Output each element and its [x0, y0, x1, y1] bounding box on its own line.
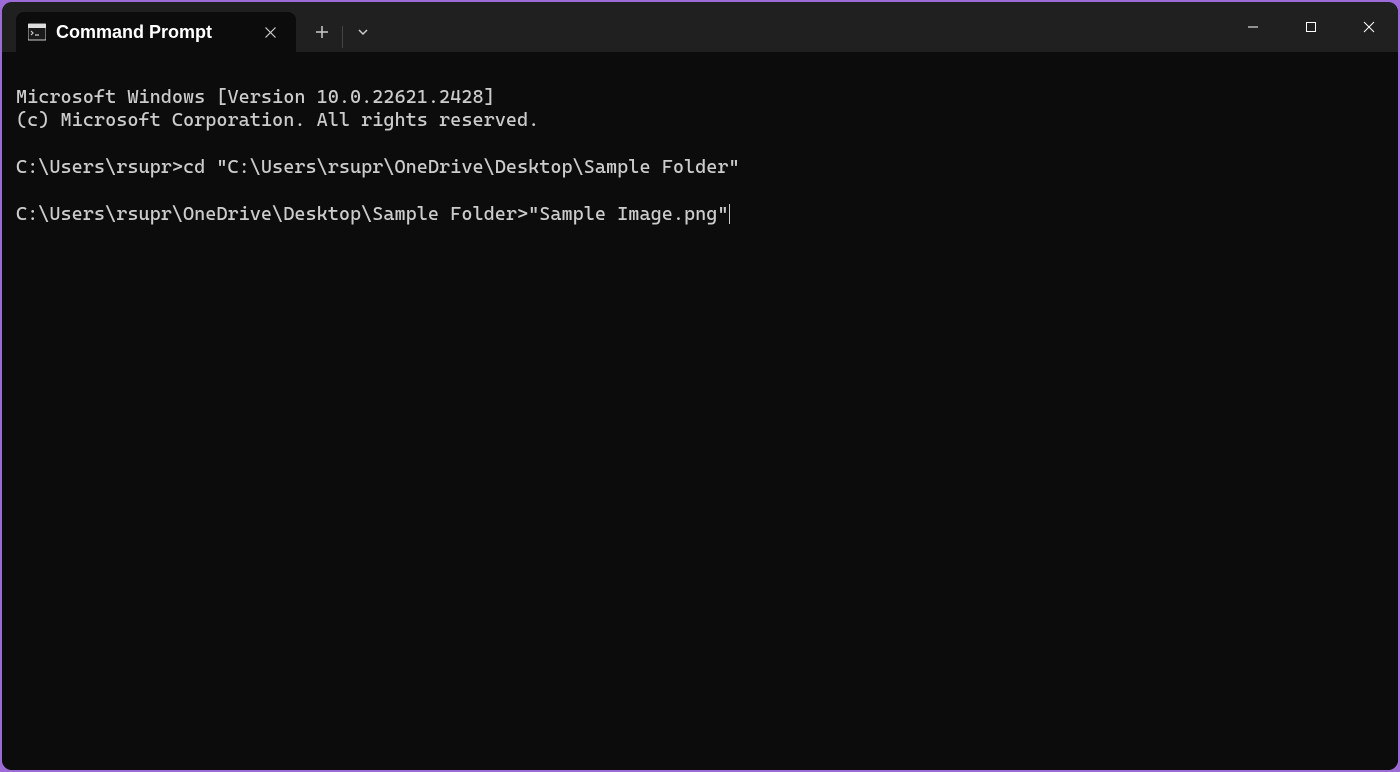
maximize-button[interactable] [1282, 2, 1340, 52]
prompt-path: C:\Users\rsupr\OneDrive\Desktop\Sample F… [16, 203, 528, 225]
window-controls [1224, 2, 1398, 52]
tab-actions [296, 2, 383, 52]
current-input: "Sample Image.png" [528, 203, 728, 225]
close-button[interactable] [1340, 2, 1398, 52]
output-line: Microsoft Windows [Version 10.0.22621.24… [16, 86, 495, 108]
tab-title: Command Prompt [56, 22, 248, 43]
output-line: (c) Microsoft Corporation. All rights re… [16, 109, 539, 131]
titlebar: Command Prompt [2, 2, 1398, 52]
minimize-button[interactable] [1224, 2, 1282, 52]
tab-area: Command Prompt [2, 2, 296, 52]
terminal-output[interactable]: Microsoft Windows [Version 10.0.22621.24… [2, 52, 1398, 770]
tab-dropdown-button[interactable] [343, 12, 383, 52]
new-tab-button[interactable] [302, 12, 342, 52]
titlebar-drag-region[interactable] [383, 2, 1224, 52]
terminal-window: Command Prompt [2, 2, 1398, 770]
output-line: C:\Users\rsupr>cd "C:\Users\rsupr\OneDri… [16, 156, 740, 178]
tab-close-button[interactable] [258, 20, 282, 44]
prompt-line: C:\Users\rsupr\OneDrive\Desktop\Sample F… [16, 203, 730, 225]
cursor [729, 204, 731, 224]
active-tab[interactable]: Command Prompt [16, 12, 296, 52]
cmd-icon [28, 23, 46, 41]
